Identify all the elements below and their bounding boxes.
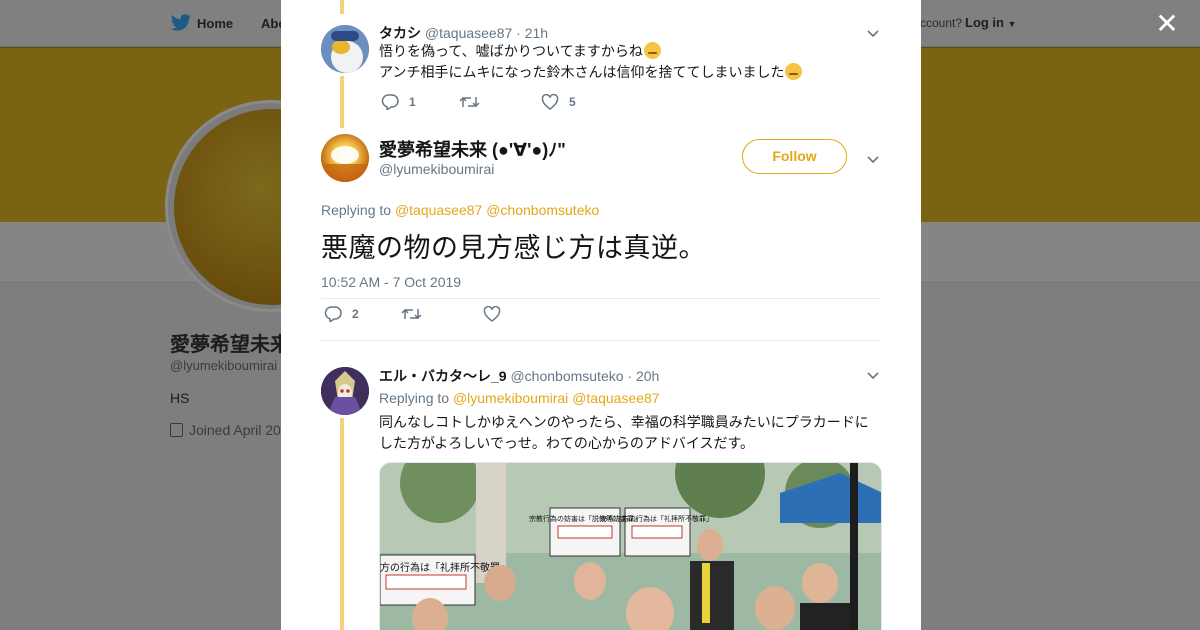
twitter-bird-icon[interactable]	[170, 14, 192, 32]
crying-face-icon	[643, 42, 661, 59]
reply-button[interactable]: 1	[381, 94, 416, 110]
calendar-icon	[170, 423, 183, 437]
thread-line	[340, 418, 344, 630]
divider	[321, 340, 881, 341]
avatar[interactable]	[321, 25, 369, 73]
tweet-time[interactable]: · 20h	[627, 368, 659, 384]
tweet-text: 悟りを偽って、嘘ばかりついてますからね アンチ相手にムキになった鈴木さんは信仰を…	[379, 41, 859, 83]
like-button[interactable]	[483, 306, 501, 322]
retweet-icon	[459, 96, 480, 108]
replying-to: Replying to @taquasee87 @chonbomsuteko	[321, 202, 600, 218]
tweet-photo[interactable]: あなた方の行為は「礼拝所不敬罪」 宗教行為の妨害は「説教等妨害罪」 あなた方の行…	[379, 462, 882, 630]
chevron-down-icon[interactable]	[866, 152, 880, 166]
like-icon	[483, 306, 501, 322]
thread-line	[340, 0, 344, 14]
follow-button[interactable]: Follow	[742, 139, 847, 174]
tweet-header: エル・バカタ～レ_9 @chonbomsuteko · 20h	[379, 366, 659, 386]
tweet-timestamp[interactable]: 10:52 AM - 7 Oct 2019	[321, 274, 461, 290]
mention-link[interactable]: @lyumekiboumirai	[453, 390, 568, 406]
login-link[interactable]: Log in ▼	[965, 15, 1017, 30]
like-button[interactable]: 5	[541, 94, 576, 110]
caret-down-icon: ▼	[1007, 19, 1017, 29]
mention-link[interactable]: @taquasee87	[572, 390, 659, 406]
close-icon[interactable]: ✕	[1154, 10, 1180, 38]
user-name[interactable]: 愛夢希望未来 (●'∀'●)ﾉ"	[379, 136, 566, 162]
profile-bio: HS	[170, 390, 190, 406]
user-handle[interactable]: @lyumekiboumirai	[379, 161, 494, 177]
protest-photo: あなた方の行為は「礼拝所不敬罪」 宗教行為の妨害は「説教等妨害罪」 あなた方の行…	[380, 463, 881, 630]
tweet-modal: タカシ @taquasee87 · 21h 悟りを偽って、嘘ばかりついてますから…	[281, 0, 921, 630]
tweet-text: 悪魔の物の見方感じ方は真逆。	[321, 233, 706, 263]
tweet-text: 同んなしコトしかゆえヘンのやったら、幸福の科学職員みたいにプラカードに した方が…	[379, 414, 869, 451]
chevron-down-icon[interactable]	[866, 26, 880, 40]
chevron-down-icon[interactable]	[866, 368, 880, 382]
profile-handle: @lyumekiboumirai	[170, 358, 278, 373]
divider	[321, 298, 881, 299]
avatar[interactable]	[321, 367, 369, 415]
user-handle[interactable]: @chonbomsuteko	[510, 368, 623, 384]
mention-link[interactable]: @taquasee87	[395, 202, 482, 218]
tweet-time[interactable]: · 21h	[516, 25, 548, 41]
profile-name: 愛夢希望未来	[170, 334, 290, 356]
user-handle[interactable]: @taquasee87	[425, 25, 512, 41]
replying-to: Replying to @lyumekiboumirai @taquasee87	[379, 390, 660, 406]
retweet-icon	[401, 308, 422, 320]
nav-home-link[interactable]: Home	[197, 16, 233, 31]
thread-line	[340, 76, 344, 128]
like-icon	[541, 94, 559, 110]
profile-joined: Joined April 20	[170, 422, 281, 438]
reply-button[interactable]: 2	[324, 306, 359, 322]
retweet-button[interactable]	[401, 306, 422, 322]
user-name[interactable]: タカシ	[379, 25, 421, 41]
sign-text: あなた方の行為は「礼拝所不敬罪」	[601, 514, 713, 523]
like-count: 5	[569, 95, 576, 109]
have-account-text: ccount?	[920, 16, 963, 30]
reply-icon	[381, 94, 399, 110]
reply-count: 1	[409, 95, 416, 109]
sobbing-face-icon	[785, 63, 803, 80]
reply-icon	[324, 306, 342, 322]
retweet-button[interactable]	[459, 94, 480, 110]
reply-count: 2	[352, 307, 359, 321]
avatar[interactable]	[321, 134, 369, 182]
user-name[interactable]: エル・バカタ～レ_9	[379, 368, 507, 384]
tweet-header: タカシ @taquasee87 · 21h	[379, 23, 548, 43]
mention-link[interactable]: @chonbomsuteko	[486, 202, 599, 218]
